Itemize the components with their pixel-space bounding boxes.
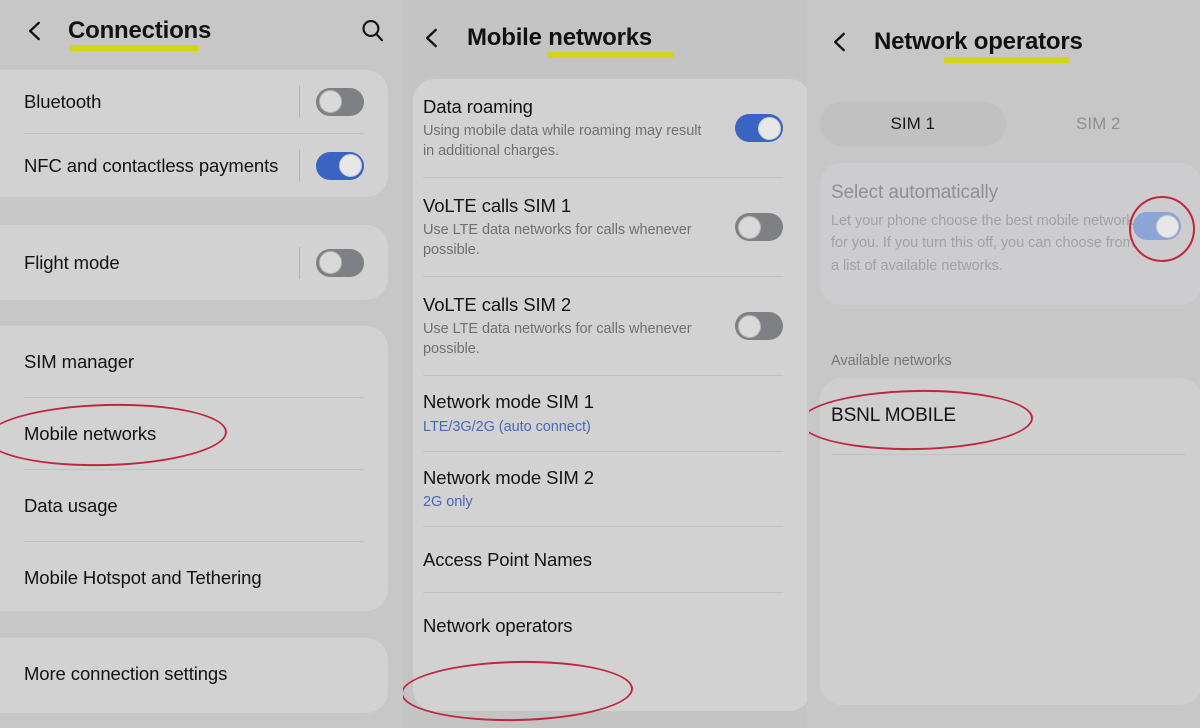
tab-sim-1[interactable]: SIM 1 [820, 102, 1006, 146]
toggle-bluetooth-wrap [299, 85, 364, 118]
row-flight-mode[interactable]: Flight mode [0, 225, 388, 300]
card-mobile-group: SIM manager Mobile networks Data usage M… [0, 326, 388, 611]
row-title: VoLTE calls SIM 2 [423, 294, 572, 316]
panel-connections: Connections Bluetooth NFC and contactles… [0, 0, 401, 728]
three-panel-screenshot-collage: Connections Bluetooth NFC and contactles… [0, 0, 1200, 728]
row-subtitle: 2G only [423, 493, 473, 510]
toggle-knob [318, 251, 342, 274]
toggle-divider [299, 246, 300, 279]
toggle-nfc[interactable] [316, 151, 364, 180]
row-bluetooth[interactable]: Bluetooth [0, 70, 388, 133]
row-volte-sim1[interactable]: VoLTE calls SIM 1 Use LTE data networks … [413, 178, 807, 276]
toggle-volte-sim2[interactable] [735, 312, 783, 341]
toggle-divider [299, 149, 300, 182]
available-networks-label: Available networks [831, 353, 952, 369]
row-title: SIM manager [24, 350, 134, 372]
row-title: NFC and contactless payments [24, 154, 279, 176]
toggle-select-automatically[interactable] [1133, 212, 1181, 240]
toggle-data-roaming-wrap [735, 114, 783, 143]
network-name: BSNL MOBILE [831, 405, 956, 427]
page-title: Connections [68, 17, 212, 44]
row-title: Access Point Names [423, 548, 592, 570]
row-flight-mode-text: Flight mode [24, 251, 287, 274]
row-mobile-networks[interactable]: Mobile networks [0, 398, 388, 469]
toggle-volte-sim2-wrap [735, 312, 783, 341]
row-subtitle: Using mobile data while roaming may resu… [423, 123, 702, 160]
toggle-knob [737, 215, 761, 239]
card-mobile-network-options: Data roaming Using mobile data while roa… [413, 79, 807, 711]
toggle-bluetooth[interactable] [316, 87, 364, 116]
row-access-point-names[interactable]: Access Point Names [413, 527, 807, 592]
row-title: Bluetooth [24, 90, 102, 112]
toggle-nfc-wrap [299, 149, 364, 182]
row-network-operators[interactable]: Network operators [413, 593, 807, 659]
title-highlight [944, 57, 1069, 63]
connections-header: Connections [0, 0, 401, 62]
panel-mobile-networks: Mobile networks Data roaming Using mobil… [403, 0, 807, 728]
row-subtitle: LTE/3G/2G (auto connect) [423, 418, 591, 435]
card-wireless: Bluetooth NFC and contactless payments [0, 70, 388, 197]
row-title: Network operators [423, 615, 573, 637]
row-title: Data roaming [423, 96, 533, 117]
row-subtitle: Use LTE data networks for calls whenever… [423, 222, 692, 259]
row-nfc[interactable]: NFC and contactless payments [0, 134, 388, 197]
toggle-flight-mode[interactable] [316, 248, 364, 277]
row-network-mode-sim2[interactable]: Network mode SIM 2 2G only [413, 452, 807, 526]
tab-sim-2[interactable]: SIM 2 [1006, 102, 1192, 146]
list-item-bsnl-mobile[interactable]: BSNL MOBILE [820, 378, 1200, 454]
title-highlight [547, 52, 674, 58]
row-title: Network mode SIM 1 [423, 391, 594, 413]
row-subtitle: Let your phone choose the best mobile ne… [831, 212, 1135, 274]
row-subtitle: Use LTE data networks for calls whenever… [423, 321, 692, 358]
toggle-volte-sim1-wrap [735, 213, 783, 242]
row-title: Network mode SIM 2 [423, 466, 594, 488]
row-title: Flight mode [24, 251, 120, 273]
row-data-roaming[interactable]: Data roaming Using mobile data while roa… [413, 79, 807, 177]
row-mobile-hotspot[interactable]: Mobile Hotspot and Tethering [0, 542, 388, 613]
row-title: More connection settings [24, 662, 228, 684]
mobile-networks-header: Mobile networks [403, 0, 807, 76]
card-available-networks: BSNL MOBILE [820, 378, 1200, 705]
title-highlight [69, 45, 199, 51]
row-nfc-text: NFC and contactless payments [24, 154, 287, 177]
list-divider [831, 454, 1186, 455]
row-network-mode-sim1[interactable]: Network mode SIM 1 LTE/3G/2G (auto conne… [413, 376, 807, 450]
row-volte-sim2[interactable]: VoLTE calls SIM 2 Use LTE data networks … [413, 277, 807, 375]
toggle-knob [318, 90, 342, 113]
toggle-knob [338, 154, 362, 177]
row-data-usage[interactable]: Data usage [0, 470, 388, 541]
row-title: Mobile Hotspot and Tethering [24, 566, 262, 588]
row-network-mode-sim1-text: Network mode SIM 1 LTE/3G/2G (auto conne… [423, 390, 783, 436]
search-icon[interactable] [359, 17, 387, 45]
card-more-settings: More connection settings [0, 638, 388, 713]
panel-network-operators: Network operators SIM 1 SIM 2 Select aut… [809, 0, 1200, 728]
network-operators-header: Network operators [809, 0, 1200, 84]
row-title: Mobile networks [24, 422, 157, 444]
row-title: VoLTE calls SIM 1 [423, 195, 572, 217]
row-data-roaming-text: Data roaming Using mobile data while roa… [423, 95, 723, 161]
chevron-left-icon[interactable] [827, 29, 853, 55]
page-title: Network operators [874, 28, 1083, 55]
chevron-left-icon[interactable] [419, 25, 445, 51]
toggle-knob [1155, 214, 1179, 238]
row-more-connection-settings[interactable]: More connection settings [0, 638, 388, 709]
toggle-flight-mode-wrap [299, 246, 364, 279]
toggle-knob [737, 314, 761, 338]
row-bluetooth-text: Bluetooth [24, 90, 287, 113]
row-title: Select automatically [831, 182, 998, 203]
toggle-knob [757, 116, 781, 140]
toggle-volte-sim1[interactable] [735, 213, 783, 242]
toggle-divider [299, 85, 300, 118]
row-volte-sim2-text: VoLTE calls SIM 2 Use LTE data networks … [423, 293, 723, 359]
row-volte-sim1-text: VoLTE calls SIM 1 Use LTE data networks … [423, 194, 723, 260]
chevron-left-icon[interactable] [22, 18, 48, 44]
card-flight-mode: Flight mode [0, 225, 388, 300]
toggle-data-roaming[interactable] [735, 114, 783, 143]
page-title: Mobile networks [467, 24, 653, 51]
sim-tabs: SIM 1 SIM 2 [820, 102, 1191, 146]
row-title: Data usage [24, 494, 118, 516]
card-select-automatically: Select automatically Let your phone choo… [820, 163, 1200, 305]
row-sim-manager[interactable]: SIM manager [0, 326, 388, 397]
row-network-mode-sim2-text: Network mode SIM 2 2G only [423, 466, 783, 512]
